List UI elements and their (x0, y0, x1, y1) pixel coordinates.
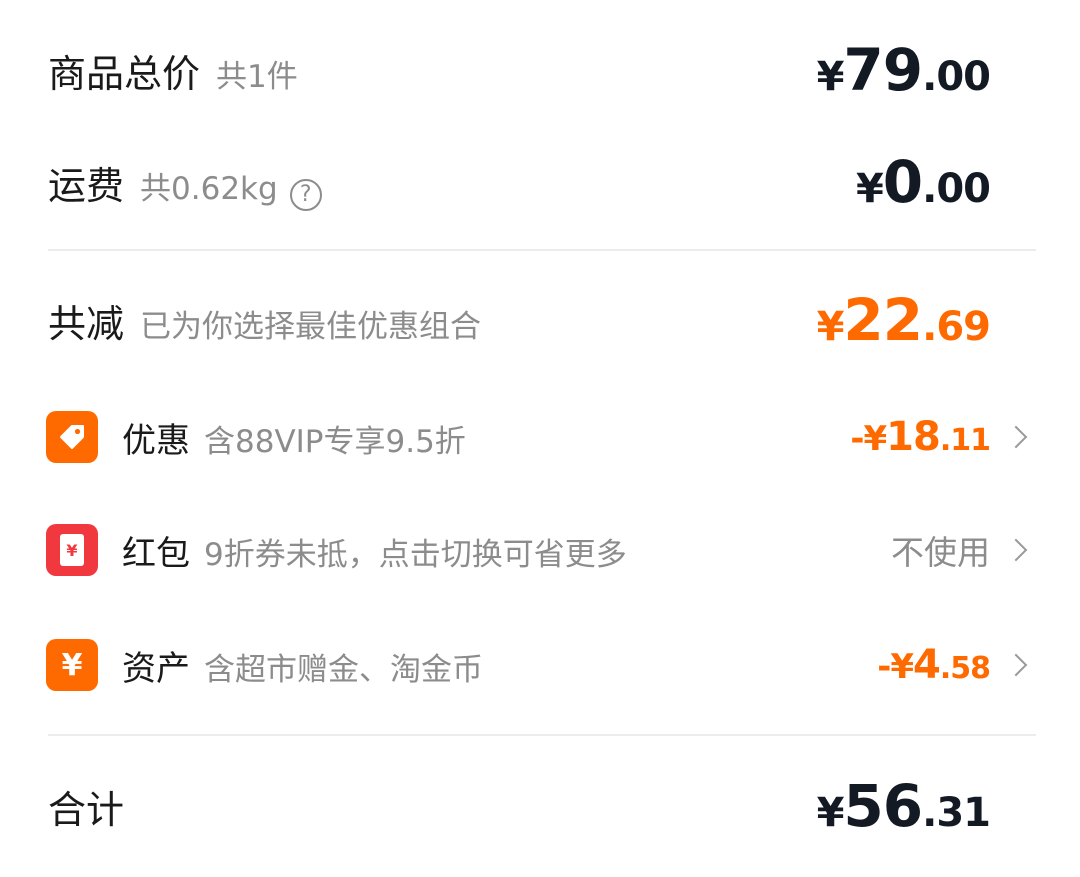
divider (48, 249, 1036, 251)
amount-decimal: .00 (922, 54, 991, 100)
divider (48, 734, 1036, 736)
coupon-label: 优惠 (122, 420, 190, 461)
amount-integer: 4 (913, 642, 941, 688)
grand-total-label: 合计 (48, 787, 125, 832)
chevron-right-icon[interactable] (1004, 653, 1028, 677)
shipping-row: 运费 共0.62kg ? ¥0.00 (0, 142, 1080, 222)
currency-symbol: ¥ (816, 304, 845, 350)
shipping-amount: ¥0.00 (855, 148, 991, 216)
chevron-right-icon[interactable] (1004, 425, 1028, 449)
amount-decimal: .00 (922, 166, 991, 212)
assets-row[interactable]: ¥ 资产 含超市赠金、淘金币 -¥4.58 (0, 633, 1080, 697)
shipping-label: 运费 (48, 163, 125, 208)
amount-integer: 0 (882, 148, 923, 216)
goods-count: 共1件 (216, 58, 298, 95)
assets-label-group: 资产 含超市赠金、淘金币 (122, 641, 483, 690)
assets-label: 资产 (122, 648, 190, 689)
amount-decimal: .11 (939, 423, 991, 458)
coupon-tag-icon (46, 411, 98, 463)
currency-symbol: ¥ (855, 166, 884, 212)
amount-integer: 79 (843, 36, 923, 104)
assets-desc: 含超市赠金、淘金币 (204, 651, 483, 688)
amount-decimal: .69 (922, 304, 991, 350)
amount-decimal: .58 (939, 651, 991, 686)
coupon-desc: 含88VIP专享9.5折 (204, 423, 466, 460)
red-packet-inner: ¥ (60, 534, 84, 566)
shipping-label-group: 运费 共0.62kg ? (48, 155, 322, 211)
red-packet-icon: ¥ (46, 524, 98, 576)
amount-integer: 56 (843, 772, 923, 840)
chevron-right-icon[interactable] (1004, 538, 1028, 562)
coupon-label-group: 优惠 含88VIP专享9.5折 (122, 413, 466, 462)
goods-total-label-group: 商品总价 共1件 (48, 43, 298, 98)
red-packet-row[interactable]: ¥ 红包 9折券未抵，点击切换可省更多 不使用 (0, 518, 1080, 582)
assets-amount: -¥4.58 (877, 642, 991, 688)
currency-symbol: -¥ (877, 647, 914, 687)
total-discount-desc: 已为你选择最佳优惠组合 (140, 308, 482, 345)
coupon-amount: -¥18.11 (850, 414, 991, 460)
goods-total-row: 商品总价 共1件 ¥79.00 (0, 30, 1080, 110)
grand-total-row: 合计 ¥56.31 (0, 766, 1080, 846)
total-discount-label: 共减 (48, 301, 125, 346)
total-discount-amount: ¥22.69 (816, 286, 991, 354)
currency-symbol: ¥ (816, 790, 845, 836)
amount-integer: 22 (843, 286, 923, 354)
shipping-weight: 共0.62kg (140, 170, 278, 207)
grand-total-label-group: 合计 (48, 779, 124, 834)
red-packet-glyph: ¥ (66, 540, 78, 560)
total-discount-label-group: 共减 已为你选择最佳优惠组合 (48, 293, 481, 348)
amount-integer: 18 (886, 414, 941, 460)
red-packet-value: 不使用 (891, 533, 990, 572)
red-packet-label-group: 红包 9折券未抵，点击切换可省更多 (122, 526, 627, 575)
currency-symbol: ¥ (816, 54, 845, 100)
coupon-row[interactable]: 优惠 含88VIP专享9.5折 -¥18.11 (0, 405, 1080, 469)
yuan-coin-icon: ¥ (46, 639, 98, 691)
goods-total-label: 商品总价 (48, 51, 201, 96)
red-packet-label: 红包 (122, 533, 190, 574)
red-packet-desc: 9折券未抵，点击切换可省更多 (204, 536, 627, 573)
grand-total-amount: ¥56.31 (816, 772, 991, 840)
total-discount-row: 共减 已为你选择最佳优惠组合 ¥22.69 (0, 280, 1080, 360)
amount-decimal: .31 (922, 790, 991, 836)
currency-symbol: -¥ (850, 419, 887, 459)
yuan-glyph: ¥ (61, 647, 83, 683)
question-circle-icon[interactable]: ? (289, 178, 322, 211)
goods-total-amount: ¥79.00 (816, 36, 991, 104)
